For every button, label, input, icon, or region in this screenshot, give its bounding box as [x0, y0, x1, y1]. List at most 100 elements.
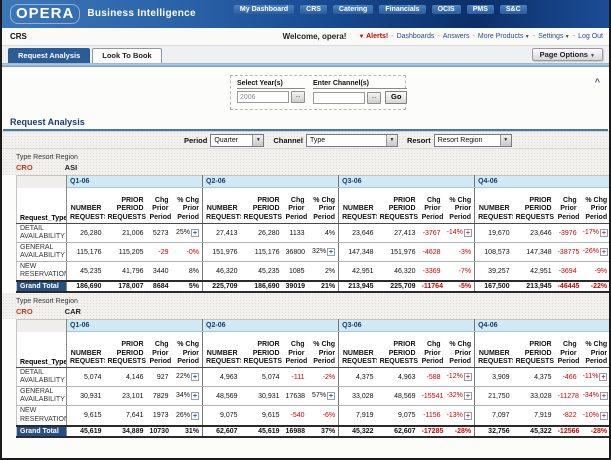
cell-prior-period-requests: 5,074	[241, 368, 283, 387]
measure-header: Chg Prior Period	[419, 188, 444, 224]
cell-number-requests: 30,931	[67, 387, 105, 406]
cell-chg-prior-period: 10730	[147, 426, 172, 437]
cell-pct-chg-prior-period: 31%	[172, 426, 203, 437]
drill-down-icon[interactable]: +	[464, 412, 472, 420]
filter-label-channel: Channel	[273, 136, 303, 145]
filter-select-channel[interactable]: Type▼	[306, 134, 398, 147]
selected-value: Quarter	[211, 137, 252, 144]
cell-number-requests: 4,963	[203, 368, 241, 387]
banner-nav-item-s-c[interactable]: S&C	[500, 5, 527, 14]
table-row: GENERAL AVAILABILITY30,93123,101782934%+…	[17, 387, 611, 406]
utility-link-alerts-[interactable]: ▼ Alerts!	[358, 33, 388, 40]
separator: -	[473, 33, 475, 40]
cell-prior-period-requests: 46,320	[377, 262, 419, 282]
application-window: OPERA Business Intelligence My Dashboard…	[0, 0, 611, 460]
cell-prior-period-requests: 45,322	[513, 426, 555, 437]
banner-nav-item-pms[interactable]: PMS	[467, 5, 494, 14]
selected-value: Type	[307, 137, 386, 144]
measure-header: PRIOR PERIOD REQUESTS	[105, 332, 147, 368]
tab-request-analysis[interactable]: Request Analysis	[8, 48, 90, 63]
banner-nav-item-financials[interactable]: Financials	[379, 5, 425, 14]
cell-number-requests: 115,176	[67, 243, 105, 262]
drill-down-icon[interactable]: +	[191, 412, 199, 420]
drill-down-icon[interactable]: +	[191, 373, 199, 381]
utility-link-answers[interactable]: Answers	[443, 33, 470, 40]
row-label: NEW RESERVATION	[17, 262, 67, 282]
measure-header: Chg Prior Period	[147, 332, 172, 368]
cell-chg-prior-period: 1133	[283, 224, 308, 243]
table-row: GENERAL AVAILABILITY115,176115,205-29-0%…	[17, 243, 611, 262]
cell-pct-chg-prior-period: -28%	[580, 426, 611, 437]
cell-pct-chg-prior-period: 21%	[308, 281, 339, 292]
channel-browse-button[interactable]: ...	[367, 92, 381, 104]
measure-header: % Chg Prior Period	[172, 332, 203, 368]
alerts-icon: ▼	[358, 34, 364, 40]
cell-prior-period-requests: 186,690	[241, 281, 283, 292]
cell-prior-period-requests: 9,075	[377, 406, 419, 426]
banner-nav-item-catering[interactable]: Catering	[333, 5, 373, 14]
cell-number-requests: 3,909	[475, 368, 513, 387]
drill-down-icon[interactable]: +	[599, 373, 607, 381]
quarter-header: Q1-06	[67, 320, 203, 332]
drill-down-icon[interactable]: +	[464, 229, 472, 237]
cell-pct-chg-prior-period: -34%+	[580, 387, 611, 406]
cell-pct-chg-prior-period: -14%+	[444, 224, 475, 243]
drill-down-icon[interactable]: +	[600, 412, 608, 420]
banner-nav-item-crs[interactable]: CRS	[300, 5, 327, 14]
cell-pct-chg-prior-period: -13%+	[444, 406, 475, 426]
cell-chg-prior-period: -3694	[555, 262, 580, 282]
grand-total-label: Grand Total	[17, 426, 67, 437]
collapse-section-icon[interactable]: ^	[595, 78, 600, 86]
drill-down-icon[interactable]: +	[600, 248, 608, 256]
utility-link-settings[interactable]: Settings ▼	[538, 33, 570, 40]
tab-look-to-book[interactable]: Look To Book	[92, 48, 161, 63]
channel-input[interactable]	[313, 92, 365, 104]
filter-select-period[interactable]: Quarter▼	[210, 134, 264, 147]
go-button[interactable]: Go	[385, 91, 407, 104]
cell-number-requests: 7,919	[339, 406, 377, 426]
cell-prior-period-requests: 30,931	[241, 387, 283, 406]
drill-down-icon[interactable]: +	[464, 373, 472, 381]
drill-down-icon[interactable]: +	[327, 248, 335, 256]
cell-prior-period-requests: 21,006	[105, 224, 147, 243]
drill-down-icon[interactable]: +	[327, 392, 335, 400]
measure-header: PRIOR PERIOD REQUESTS	[241, 188, 283, 224]
utility-link-log-out[interactable]: Log Out	[578, 33, 603, 40]
measure-header: Chg Prior Period	[283, 188, 308, 224]
measure-header: % Chg Prior Period	[308, 332, 339, 368]
utility-link-more-products[interactable]: More Products ▼	[478, 33, 530, 40]
quarter-header: Q4-06	[475, 320, 611, 332]
year-input[interactable]	[237, 91, 289, 103]
filter-label-period: Period	[184, 136, 207, 145]
cell-number-requests: 46,320	[203, 262, 241, 282]
cell-number-requests: 225,709	[203, 281, 241, 292]
year-browse-button[interactable]: ...	[291, 91, 305, 103]
cell-chg-prior-period: -588	[419, 368, 444, 387]
drill-down-icon[interactable]: +	[600, 229, 608, 237]
cell-number-requests: 7,097	[475, 406, 513, 426]
prompt-box: Select Year(s) ... Enter Channel(s) ... …	[230, 75, 406, 110]
drill-down-icon[interactable]: +	[464, 392, 472, 400]
separator: -	[391, 33, 393, 40]
utility-link-dashboards[interactable]: Dashboards	[397, 33, 435, 40]
cro-value[interactable]: CRO	[16, 307, 33, 316]
cell-chg-prior-period: 36800	[283, 243, 308, 262]
drill-down-icon[interactable]: +	[191, 392, 199, 400]
filter-select-resort[interactable]: Resort Region▼	[434, 134, 512, 147]
cell-chg-prior-period: 39019	[283, 281, 308, 292]
cro-value[interactable]: CRO	[16, 163, 33, 172]
grand-total-row: Grand Total186,690178,00786845%225,70918…	[17, 281, 611, 292]
cell-pct-chg-prior-period: -0%	[172, 243, 203, 262]
chevron-down-icon: ▼	[500, 135, 511, 146]
cell-chg-prior-period: 3440	[147, 262, 172, 282]
page-options-button[interactable]: Page Options ▼	[532, 48, 603, 61]
breadcrumb-bar: CRS Welcome, opera! ▼ Alerts!-Dashboards…	[2, 28, 609, 46]
banner-nav-item-ocis[interactable]: OCIS	[432, 5, 461, 14]
divider-strip	[2, 63, 609, 67]
separator: -	[573, 33, 575, 40]
drill-down-icon[interactable]: +	[600, 392, 608, 400]
cell-pct-chg-prior-period: -26%+	[580, 243, 611, 262]
banner-nav: My Dashboard CRS Catering Financials OCIS PMS…	[234, 5, 527, 14]
banner-nav-item-my-dashboard[interactable]: My Dashboard	[234, 5, 294, 14]
drill-down-icon[interactable]: +	[191, 229, 199, 237]
